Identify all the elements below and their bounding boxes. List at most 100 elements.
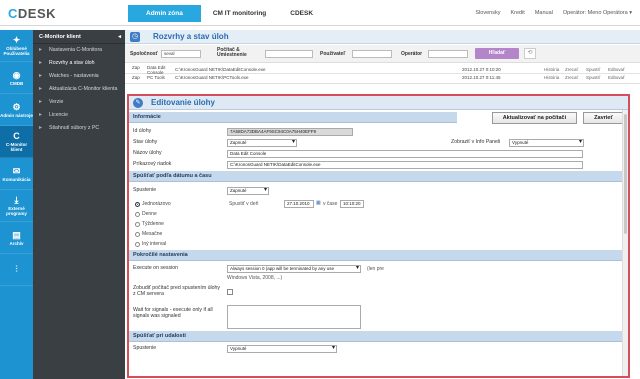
credit-link[interactable]: Kredit [510,10,524,16]
table-row[interactable]: Zap PC Tools C:\KronosGuard NETIK\PCTool… [125,74,640,84]
edit-link[interactable]: Editovať [608,75,625,80]
sidebar-cmdb[interactable]: ◉ CMDB [0,62,33,94]
cdesk-logo[interactable]: CDESK [8,6,56,21]
calendar-icon[interactable]: ▦ [316,200,321,206]
icon-sidebar: ✦ Oblúbené Použivatelia ◉ CMDB ⚙ Admin nást… [0,30,33,379]
sliders-icon: ⫶ [15,264,18,274]
top-nav: Admin zóna CM IT monitoring CDESK [128,5,325,22]
edit-icon: ✎ [133,98,143,108]
section-date-time: Spúšťať podľa dátumu a času [129,171,628,182]
sidebar-external-programs[interactable]: ⤓ Externé programy [0,190,33,222]
menu-item-cmonitor-settings[interactable]: ▸ Nastavenia C-Monitora [33,44,125,57]
field-wait-signals: Wait for signals - execute only if all s… [129,303,628,331]
sidebar-communication[interactable]: ✉ Komunikácia [0,158,33,190]
menu-item-schedules[interactable]: ▸ Rozvrhy a stav úloh [33,57,125,70]
radio-monthly[interactable]: Mesačne [135,231,162,237]
field-launch: Spustenie Zapnuté [129,182,628,198]
wake-pc-checkbox[interactable] [227,289,233,295]
menu-item-downloaded-files[interactable]: ▸ Stiahnutí súbory z PC [33,122,125,135]
nav-cm-it-monitoring[interactable]: CM IT monitoring [201,5,278,22]
star-icon: ✦ [12,35,21,45]
launch-select[interactable]: Zapnuté [227,187,269,195]
event-launch-select[interactable]: Vypnuté [227,345,337,353]
dialog-scrollbar[interactable] [622,110,628,376]
dialog-title: Editovanie úlohy [151,98,216,107]
operator-menu[interactable]: Operátor: Meno Operátora ▾ [563,10,632,16]
run-day-label: Spustiť v deň [229,201,259,207]
section-info: Informácie [129,112,457,123]
company-input[interactable]: seval [161,50,201,58]
zrecat-link[interactable]: Zrecať [565,67,578,72]
schedule-table: Zap Data Edit Console C:\KronosGuard NET… [125,64,640,84]
task-name-input[interactable]: Data Edit Console [227,150,583,158]
message-icon: ✉ [12,165,21,176]
operator-input[interactable] [428,50,468,58]
update-on-pc-button[interactable]: Aktualizovať na počítači [491,112,578,124]
scrollbar-thumb[interactable] [624,114,627,234]
run-time-input[interactable]: 10:10:20 [340,200,364,208]
sidebar-favorites[interactable]: ✦ Oblúbené Použivatelia [0,30,33,62]
bullet-icon: ▸ [39,112,43,118]
field-task-id: Id úlohy 7A58DA73DBA4AF9SC94C0A75H40EFF9 [129,126,628,137]
radio-other-interval[interactable]: Iný interval [135,241,166,247]
history-link[interactable]: História [544,75,559,80]
submenu-sidebar: C-Monitor klient ◂ ▸ Nastavenia C-Monitora… [33,30,125,379]
field-wake-pc: Zobudiť počítač pred spustením úlohy z C… [129,283,628,303]
manual-link[interactable]: Manual [535,10,553,16]
section-event: Spúšťať pri udalosti [129,331,628,342]
top-right-links: Slovensky Kredit Manual Operátor: Meno O… [475,10,632,16]
run-link[interactable]: Spustiť [586,75,600,80]
nav-admin-zone[interactable]: Admin zóna [128,5,201,22]
command-line-input[interactable]: C:\KronosGuard NETIK\DataEditConsole.exe [227,161,583,169]
radio-button [135,211,140,217]
edit-link[interactable]: Editovať [608,67,625,72]
radio-button [135,221,140,227]
dialog-buttons: Aktualizovať na počítači Zavrieť [491,112,624,124]
nav-cdesk[interactable]: CDESK [278,5,325,22]
refresh-icon[interactable]: ⟲ [524,48,536,59]
table-row[interactable]: Zap Data Edit Console C:\KronosGuard NET… [125,64,640,75]
close-button[interactable]: Zavrieť [583,112,624,124]
radio-button [135,231,140,237]
search-button[interactable]: Hľadať [475,48,519,59]
company-label: Spoločnosť [130,51,158,57]
submenu-title: C-Monitor klient ◂ [33,30,125,44]
menu-item-licenses[interactable]: ▸ Licencie [33,109,125,122]
user-input[interactable] [352,50,392,58]
run-link[interactable]: Spustiť [586,67,600,72]
radio-once[interactable]: Jednorázovo [135,201,171,207]
history-link[interactable]: História [544,67,559,72]
menu-item-versions[interactable]: ▸ Verzie [33,96,125,109]
top-bar: CDESK Admin zóna CM IT monitoring CDESK … [0,0,640,26]
field-event-launch: Spustenie Vypnuté [129,342,628,354]
language-link[interactable]: Slovensky [475,10,500,16]
run-date-input[interactable]: 27.10.2010 [284,200,314,208]
schedule-options: Jednorázovo Denne Týždenne Mesačne Iný i… [129,198,628,250]
page-title: Rozvrhy a stav úloh [153,32,229,41]
collapse-icon[interactable]: ◂ [118,30,121,43]
bullet-icon: ▸ [39,125,43,131]
zrecat-link[interactable]: Zrecať [565,75,578,80]
radio-weekly[interactable]: Týždenne [135,221,164,227]
field-execute-session: Execute on session Always session 0 (app… [129,261,628,283]
radio-daily[interactable]: Denne [135,211,157,217]
sidebar-admin-tools[interactable]: ⚙ Admin nástroje [0,94,33,126]
bullet-icon: ▸ [39,86,43,92]
pc-location-input[interactable] [265,50,313,58]
radio-button [135,241,140,247]
wait-signals-textarea[interactable] [227,305,361,329]
pc-location-label: Počítač & Umiestnenie [217,47,247,58]
info-panel-select[interactable]: Vypnuté [509,139,584,147]
schedule-icon: ◷ [130,32,140,42]
sidebar-cmonitor-client[interactable]: C C-Monitor klient [0,126,33,158]
cmonitor-icon: C [13,131,20,141]
menu-item-update-client[interactable]: ▸ Aktualizácia C-Monitor klienta [33,83,125,96]
database-icon: ◉ [12,69,21,80]
sidebar-settings[interactable]: ⫶ [0,254,33,286]
sidebar-archive[interactable]: ▤ Archív [0,222,33,254]
operator-label: Operátor [401,51,423,57]
execute-session-select[interactable]: Always session 0 (app will be terminated… [227,265,361,273]
bullet-icon: ▸ [39,99,43,105]
menu-item-watches[interactable]: ▸ Watches - nastavenia [33,70,125,83]
task-state-select[interactable]: Zapnuté [227,139,297,147]
